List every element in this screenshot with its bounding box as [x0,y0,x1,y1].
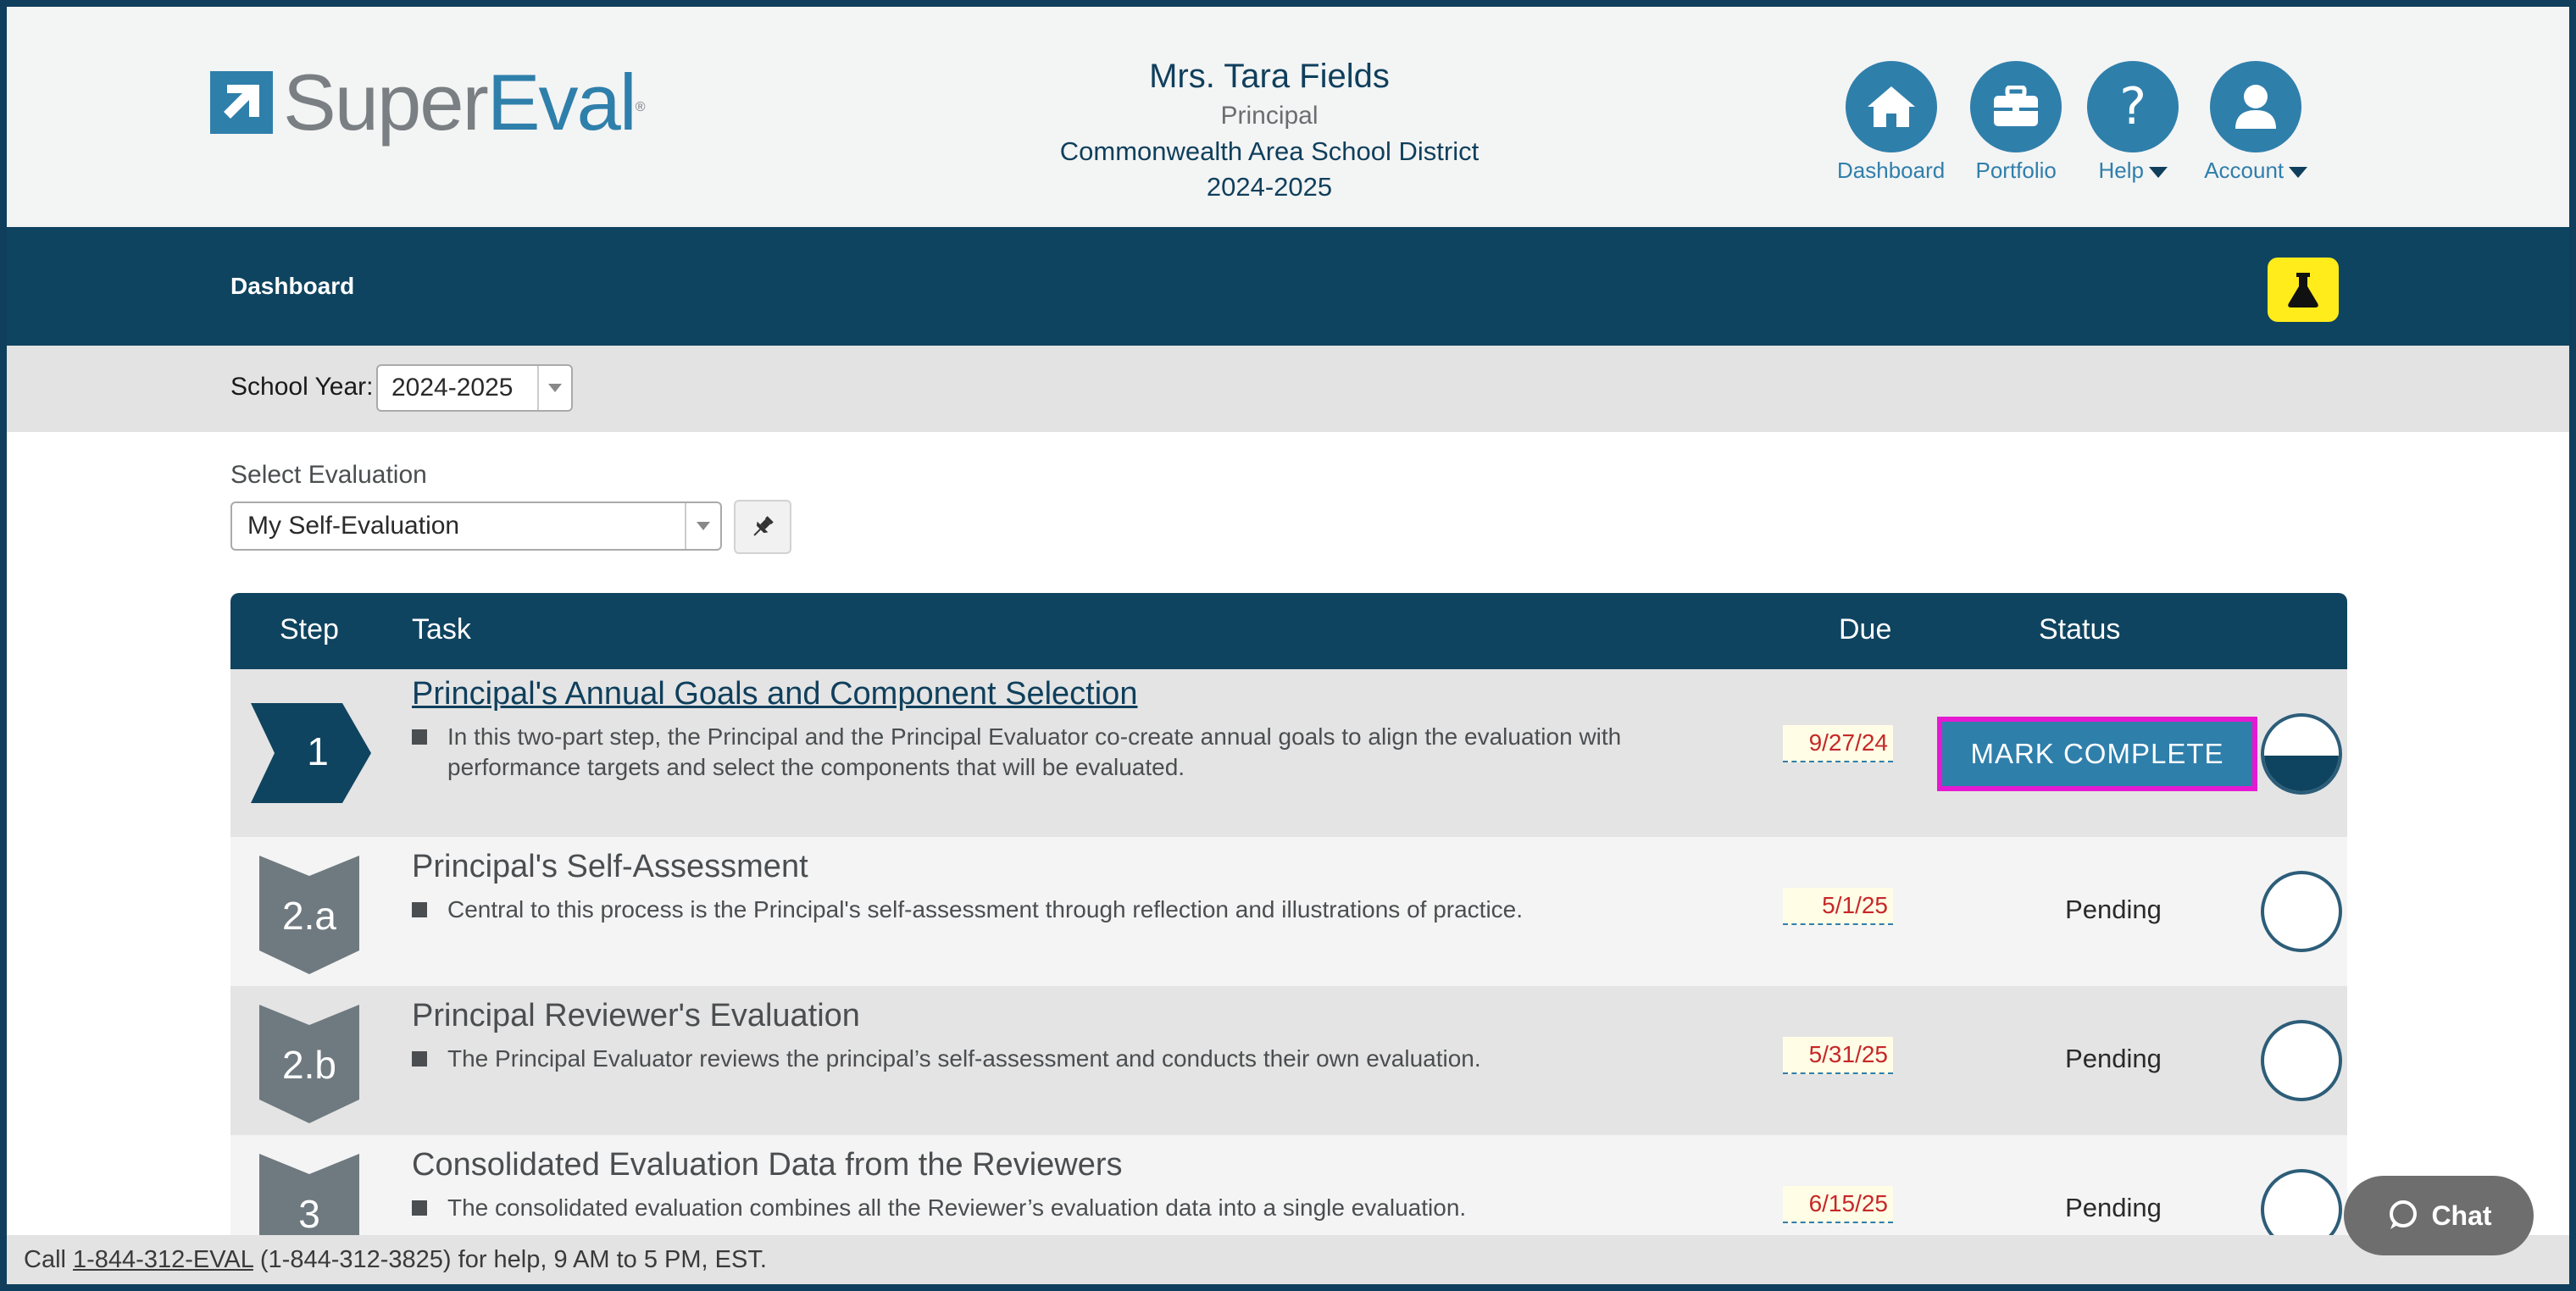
nav-help[interactable]: ? Help [2087,61,2179,184]
progress-empty-icon [2261,871,2342,952]
task-title: Consolidated Evaluation Data from the Re… [412,1147,1123,1183]
school-year-bar: School Year: 2024-2025 [7,346,2569,432]
lab-button[interactable] [2268,258,2339,322]
nav-portfolio[interactable]: Portfolio [1970,61,2062,184]
chat-bubble-icon [2390,1200,2418,1229]
top-nav: Dashboard Portfolio ? Help Account [1837,61,2308,184]
step-number: 1 [307,729,329,773]
select-evaluation-label: Select Evaluation [230,461,427,489]
table-header: Step Task Due Status [230,593,2347,669]
task-description-text: The consolidated evaluation combines all… [447,1194,1467,1221]
step-number: 3 [298,1192,320,1236]
step-badge-active: 1 [251,703,371,803]
status-pending: Pending [2065,895,2162,924]
user-name: Mrs. Tara Fields [1149,58,1390,95]
task-description-text: The Principal Evaluator reviews the prin… [447,1045,1481,1072]
header-task: Task [412,613,471,646]
step-number: 2.b [282,1043,336,1087]
header-step: Step [280,613,339,646]
table-row: 2.b Principal Reviewer's Evaluation The … [230,986,2347,1135]
logo-wordmark: SuperEval® [283,63,646,142]
bullet-square-icon [412,902,427,917]
school-year-label: School Year: [230,373,374,401]
step-badge: 2.a [259,856,359,974]
nav-dashboard[interactable]: Dashboard [1837,61,1945,184]
question-icon: ? [2087,61,2179,152]
caret-down-icon [2289,166,2308,178]
home-icon [1845,61,1937,152]
chevron-down-icon [685,503,720,549]
nav-portfolio-label: Portfolio [1975,158,2057,183]
status-pending: Pending [2065,1044,2162,1073]
task-description-text: In this two-part step, the Principal and… [447,723,1622,780]
logo-registered-mark: ® [635,100,646,114]
nav-account-text: Account [2204,158,2285,183]
due-date[interactable]: 9/27/24 [1783,725,1893,762]
step-number: 2.a [282,894,336,938]
due-date[interactable]: 5/31/25 [1783,1037,1893,1074]
user-info: Mrs. Tara Fields Principal Commonwealth … [939,54,1600,205]
evaluation-select[interactable]: My Self-Evaluation [230,501,722,551]
pin-button[interactable] [734,500,791,554]
task-title: Principal's Self-Assessment [412,849,808,884]
breadcrumb-bar: Dashboard [7,227,2569,346]
footer-prefix: Call [24,1246,74,1273]
top-header: SuperEval® Mrs. Tara Fields Principal Co… [7,7,2569,227]
task-description: Central to this process is the Principal… [412,895,1734,925]
logo-eval-text: Eval [486,58,637,147]
mark-complete-button[interactable]: MARK COMPLETE [1937,717,2257,791]
pin-icon [753,516,774,536]
logo-super-text: Super [283,58,489,147]
chat-label: Chat [2431,1200,2492,1231]
task-description: The consolidated evaluation combines all… [412,1193,1734,1223]
help-footer: Call 1-844-312-EVAL (1-844-312-3825) for… [7,1235,2569,1284]
table-row: 2.a Principal's Self-Assessment Central … [230,837,2347,986]
logo-mark-icon [210,71,273,134]
nav-account[interactable]: Account [2204,61,2308,184]
evaluation-select-value: My Self-Evaluation [247,512,460,540]
due-date[interactable]: 5/1/25 [1783,888,1893,925]
status-pending: Pending [2065,1193,2162,1222]
chat-button[interactable]: Chat [2344,1176,2534,1255]
footer-suffix: (1-844-312-3825) for help, 9 AM to 5 PM,… [253,1246,767,1273]
task-description: In this two-part step, the Principal and… [412,722,1734,783]
nav-dashboard-label: Dashboard [1837,158,1946,183]
task-title: Principal Reviewer's Evaluation [412,998,860,1033]
flask-icon [2288,273,2318,308]
bullet-square-icon [412,1051,427,1067]
task-description: The Principal Evaluator reviews the prin… [412,1044,1734,1074]
bullet-square-icon [412,1200,427,1216]
help-phone-link[interactable]: 1-844-312-EVAL [73,1246,253,1273]
breadcrumb-dashboard[interactable]: Dashboard [230,273,354,300]
nav-help-label: Help [2098,158,2168,184]
nav-help-text: Help [2098,158,2144,183]
user-role: Principal [1220,102,1319,130]
caret-down-icon [2148,166,2168,178]
step-badge: 2.b [259,1005,359,1123]
supereval-logo[interactable]: SuperEval® [210,63,646,142]
user-school-year: 2024-2025 [1206,172,1333,202]
header-status: Status [2039,613,2121,646]
task-description-text: Central to this process is the Principal… [447,896,1524,923]
user-district: Commonwealth Area School District [1059,136,1480,166]
header-due: Due [1839,613,1892,646]
progress-empty-icon [2261,1020,2342,1101]
school-year-select[interactable]: 2024-2025 [376,364,573,412]
briefcase-icon [1970,61,2062,152]
due-date[interactable]: 6/15/25 [1783,1186,1893,1223]
table-row: 1 Principal's Annual Goals and Component… [230,669,2347,837]
task-table: Step Task Due Status 1 Principal's Annua… [230,593,2347,1284]
bullet-square-icon [412,729,427,745]
app-window: SuperEval® Mrs. Tara Fields Principal Co… [7,7,2569,1284]
progress-half-icon [2261,713,2342,795]
user-icon [2210,61,2302,152]
chevron-down-icon [537,366,571,410]
nav-account-label: Account [2204,158,2308,184]
task-title-link[interactable]: Principal's Annual Goals and Component S… [412,676,1137,712]
school-year-value: 2024-2025 [391,374,514,402]
